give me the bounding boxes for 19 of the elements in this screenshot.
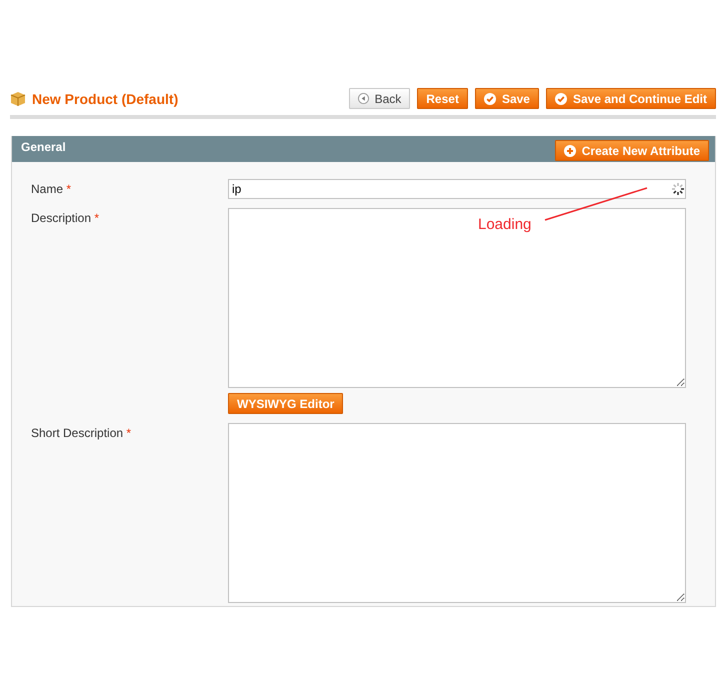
field-label: Short Description * bbox=[31, 425, 132, 442]
plus-icon bbox=[564, 144, 576, 156]
save-button[interactable]: Save bbox=[474, 88, 539, 109]
annotation-text: Loading bbox=[478, 216, 532, 233]
reset-button[interactable]: Reset bbox=[417, 88, 468, 109]
wysiwyg-editor-button[interactable]: WYSIWYG Editor bbox=[228, 393, 344, 414]
create-attribute-button[interactable]: Create New Attribute bbox=[554, 140, 709, 161]
save-button[interactable]: Save and Continue Edit bbox=[546, 88, 716, 109]
back-button[interactable]: Back bbox=[348, 88, 410, 109]
panel-title: General bbox=[21, 140, 66, 154]
field-label: Description * bbox=[31, 210, 100, 227]
text-area[interactable] bbox=[228, 423, 686, 603]
field-label: Name * bbox=[31, 181, 72, 198]
name-field[interactable]: ip bbox=[228, 179, 686, 199]
checkmark-icon bbox=[554, 92, 567, 104]
box-icon bbox=[10, 90, 26, 106]
page-title: New Product (Default) bbox=[32, 90, 178, 106]
checkmark-icon bbox=[484, 92, 496, 104]
text-area[interactable] bbox=[228, 208, 686, 388]
